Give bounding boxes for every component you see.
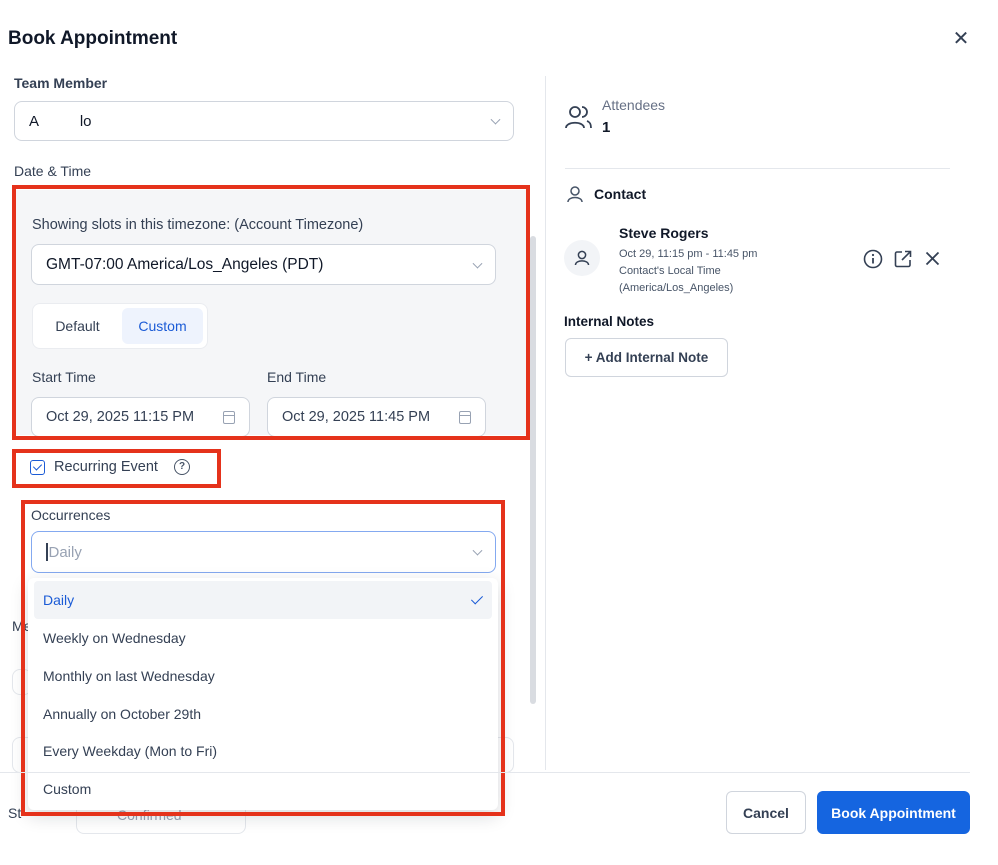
cancel-button[interactable]: Cancel	[726, 791, 806, 834]
end-time-value: Oct 29, 2025 11:45 PM	[282, 409, 431, 425]
end-time-label: End Time	[267, 369, 327, 385]
contact-heading: Contact	[594, 186, 647, 202]
occurrences-label: Occurrences	[31, 507, 111, 523]
start-time-label: Start Time	[32, 369, 96, 385]
team-member-value: A lo	[29, 112, 92, 130]
date-time-label: Date & Time	[14, 163, 92, 179]
contact-name[interactable]: Steve Rogers	[619, 225, 708, 241]
contact-timezone: (America/Los_Angeles)	[619, 282, 734, 294]
timezone-select[interactable]: GMT-07:00 America/Los_Angeles (PDT)	[31, 244, 496, 285]
help-icon[interactable]: ?	[174, 459, 190, 475]
person-icon	[574, 250, 590, 266]
occurrences-placeholder: Daily	[48, 543, 82, 561]
occurrences-select[interactable]: Daily	[31, 531, 496, 573]
timezone-prompt: Showing slots in this timezone: (Account…	[32, 217, 364, 233]
info-icon[interactable]	[863, 249, 883, 269]
chevron-down-icon	[472, 545, 483, 556]
calendar-icon	[223, 411, 235, 424]
chevron-down-icon	[472, 258, 483, 269]
book-appointment-button[interactable]: Book Appointment	[817, 791, 970, 834]
calendar-icon	[459, 411, 471, 424]
recurring-checkbox[interactable]	[30, 460, 45, 475]
recurring-label: Recurring Event	[54, 459, 158, 475]
start-time-field[interactable]: Oct 29, 2025 11:15 PM	[31, 397, 250, 437]
occurrence-option-annually[interactable]: Annually on October 29th	[34, 695, 492, 733]
end-time-field[interactable]: Oct 29, 2025 11:45 PM	[267, 397, 486, 437]
contact-local-time-label: Contact's Local Time	[619, 265, 721, 277]
occurrence-option-weekday[interactable]: Every Weekday (Mon to Fri)	[34, 732, 492, 770]
timezone-value: GMT-07:00 America/Los_Angeles (PDT)	[46, 255, 324, 273]
external-link-icon[interactable]	[893, 249, 913, 269]
chevron-down-icon	[490, 114, 501, 125]
occurrence-option-monthly[interactable]: Monthly on last Wednesday	[34, 657, 492, 695]
attendees-label: Attendees	[602, 97, 666, 113]
checkmark-icon	[470, 592, 484, 605]
attendees-count: 1	[602, 119, 611, 136]
occurrences-dropdown: Daily Weekly on Wednesday Monthly on las…	[28, 578, 498, 810]
status-label: St	[8, 805, 22, 821]
add-internal-note-button[interactable]: + Add Internal Note	[565, 338, 728, 377]
option-label: Daily	[43, 592, 75, 608]
occurrence-option-custom[interactable]: Custom	[34, 770, 492, 808]
divider	[565, 168, 950, 169]
scrollbar[interactable]	[530, 236, 536, 704]
team-member-select[interactable]: A lo	[14, 101, 514, 141]
internal-notes-label: Internal Notes	[564, 314, 655, 329]
slot-mode-toggle: Default Custom	[32, 303, 208, 349]
text-caret	[46, 543, 48, 561]
occurrence-option-weekly[interactable]: Weekly on Wednesday	[34, 619, 492, 657]
start-time-value: Oct 29, 2025 11:15 PM	[46, 409, 195, 425]
remove-contact-icon[interactable]	[924, 250, 941, 267]
tab-default[interactable]: Default	[37, 308, 118, 344]
footer-divider	[0, 772, 970, 773]
tab-custom[interactable]: Custom	[122, 308, 203, 344]
occurrence-option-daily[interactable]: Daily	[34, 581, 492, 619]
team-member-label: Team Member	[14, 75, 108, 91]
contact-icon	[567, 186, 583, 203]
contact-time: Oct 29, 11:15 pm - 11:45 pm	[619, 248, 758, 260]
dialog-title: Book Appointment	[8, 28, 178, 49]
close-icon[interactable]: ✕	[950, 28, 972, 50]
attendees-icon	[565, 106, 592, 129]
avatar	[564, 240, 600, 276]
column-divider	[545, 76, 546, 770]
